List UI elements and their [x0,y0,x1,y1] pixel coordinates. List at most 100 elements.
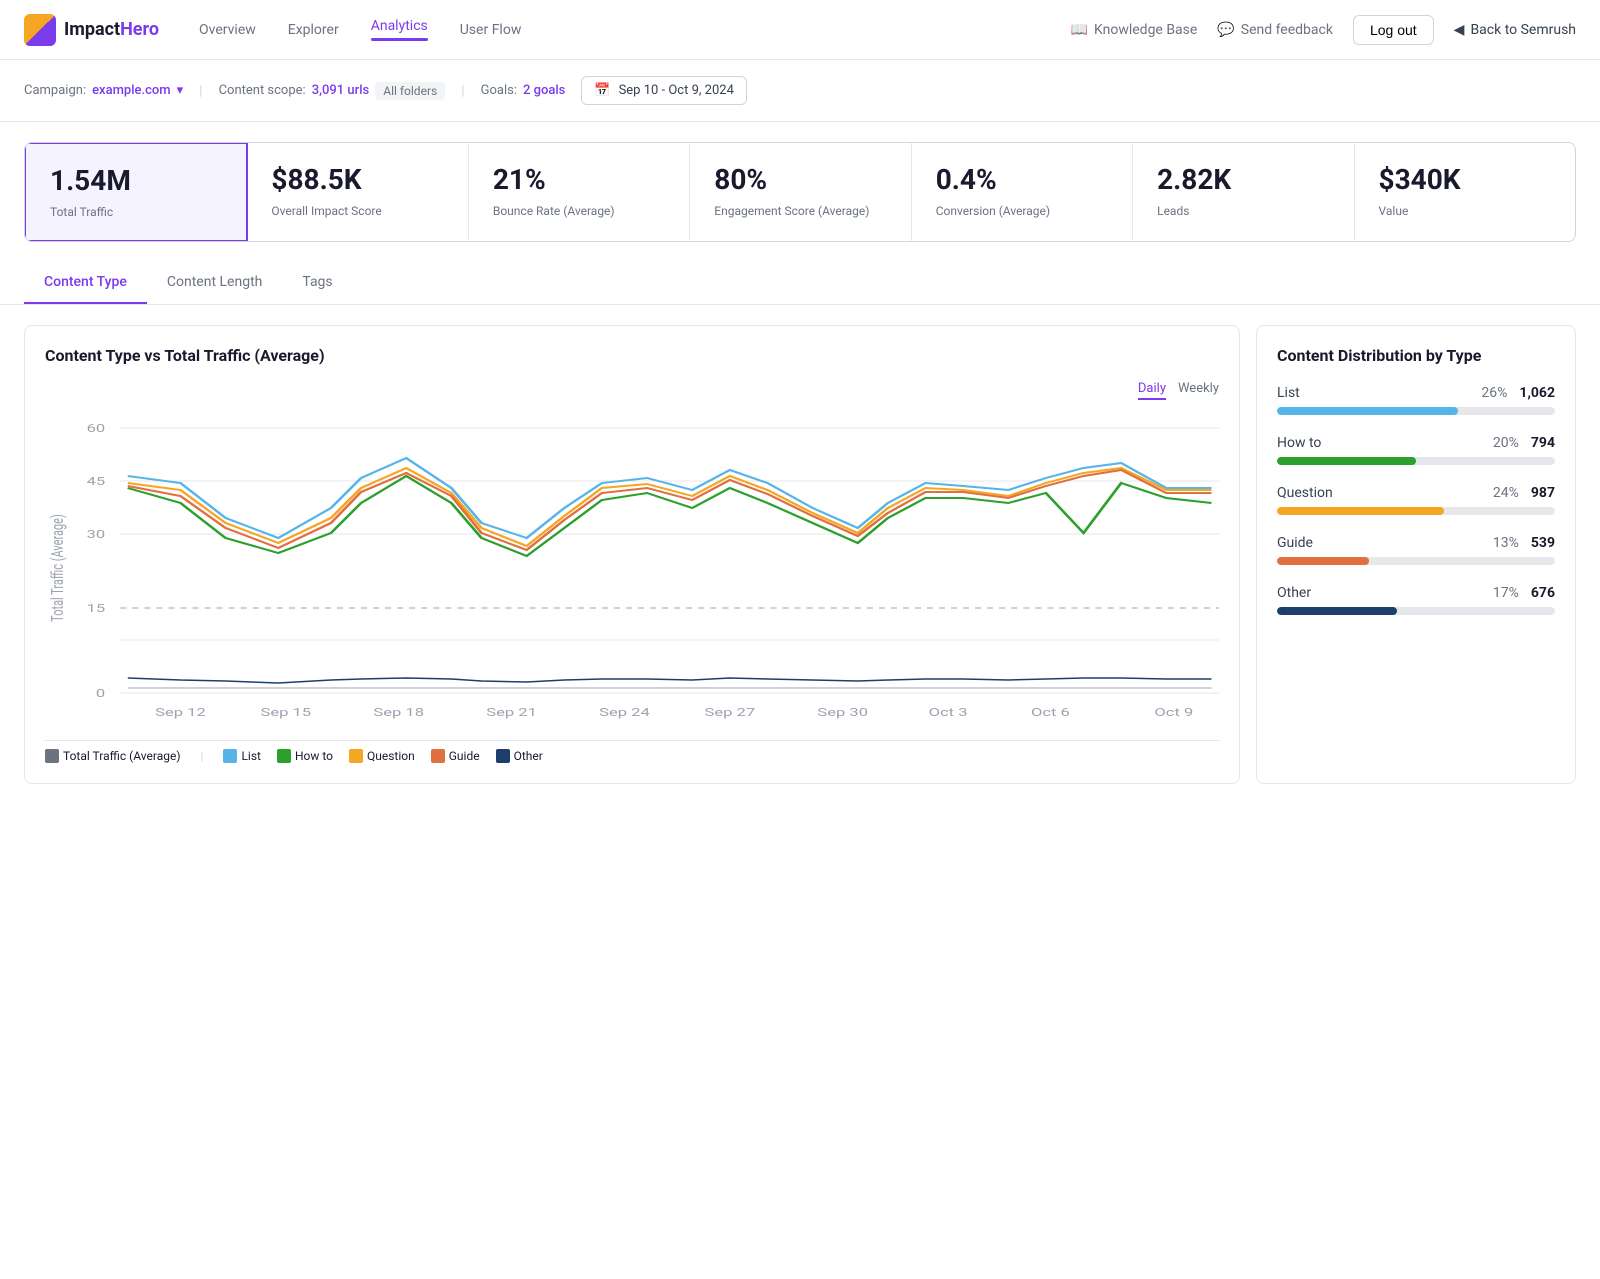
svg-text:Sep 21: Sep 21 [486,707,537,720]
metric-value: 1.54M [50,164,222,198]
knowledge-base-link[interactable]: 📖 Knowledge Base [1071,22,1198,38]
logo-text: ImpactHero [64,19,159,40]
send-feedback-link[interactable]: 💬 Send feedback [1217,22,1333,38]
metric-item-1[interactable]: $88.5K Overall Impact Score [247,143,468,241]
chart-title: Content Type vs Total Traffic (Average) [45,346,1219,365]
dist-item-count: 987 [1531,485,1555,501]
date-picker[interactable]: 📅 Sep 10 - Oct 9, 2024 [581,76,747,105]
metric-item-2[interactable]: 21% Bounce Rate (Average) [469,143,690,241]
back-icon: ◀ [1454,22,1465,38]
tab-tags[interactable]: Tags [282,262,352,304]
metric-item-4[interactable]: 0.4% Conversion (Average) [912,143,1133,241]
legend-checkbox [277,749,291,763]
legend-checkbox [223,749,237,763]
goals-value[interactable]: 2 goals [523,83,565,98]
tab-content-type[interactable]: Content Type [24,262,147,304]
nav-overview[interactable]: Overview [199,22,256,38]
metric-item-3[interactable]: 80% Engagement Score (Average) [690,143,911,241]
legend-item-list[interactable]: List [223,749,261,763]
scope-label: Content scope: [219,83,306,98]
dist-item-name: Other [1277,585,1311,601]
dist-bar-fill [1277,457,1416,465]
metric-value: 2.82K [1157,163,1329,197]
metric-item-0[interactable]: 1.54M Total Traffic [24,142,248,242]
dist-item-header: Question 24% 987 [1277,485,1555,501]
dist-bar-fill [1277,607,1397,615]
dist-bar-bg [1277,407,1555,415]
dist-item-list: List 26% 1,062 [1277,385,1555,415]
dist-bar-fill [1277,407,1458,415]
svg-text:45: 45 [87,476,106,489]
svg-text:Oct 9: Oct 9 [1154,707,1193,720]
logout-button[interactable]: Log out [1353,15,1434,45]
dist-bar-bg [1277,507,1555,515]
dist-item-question: Question 24% 987 [1277,485,1555,515]
divider-2: | [461,83,464,99]
legend-checkbox [349,749,363,763]
metric-label: Conversion (Average) [936,203,1108,220]
svg-text:Total Traffic (Average): Total Traffic (Average) [49,515,68,623]
scope-badge: All folders [375,82,445,100]
dist-bar-bg [1277,557,1555,565]
toggle-daily[interactable]: Daily [1138,381,1166,400]
legend-checkbox [496,749,510,763]
legend-item-guide[interactable]: Guide [431,749,480,763]
campaign-label: Campaign: [24,83,86,98]
dist-bar-bg [1277,457,1555,465]
main-content: Content Type vs Total Traffic (Average) … [0,325,1600,808]
svg-text:Oct 3: Oct 3 [929,707,968,720]
legend-label: Total Traffic (Average) [63,749,181,763]
nav-explorer[interactable]: Explorer [288,22,339,38]
svg-text:Oct 6: Oct 6 [1031,707,1070,720]
date-range: Sep 10 - Oct 9, 2024 [619,83,734,98]
legend-item-question[interactable]: Question [349,749,415,763]
legend-item-how-to[interactable]: How to [277,749,333,763]
metric-label: Engagement Score (Average) [714,203,886,220]
dist-bar-fill [1277,507,1444,515]
toggle-weekly[interactable]: Weekly [1178,381,1219,400]
metric-value: $88.5K [271,163,443,197]
dist-item-name: List [1277,385,1300,401]
dist-item-count: 539 [1531,535,1555,551]
metrics-bar: 1.54M Total Traffic$88.5K Overall Impact… [24,142,1576,242]
distribution-title: Content Distribution by Type [1277,346,1555,365]
dist-item-header: Other 17% 676 [1277,585,1555,601]
nav-userflow[interactable]: User Flow [460,22,522,38]
metric-label: Value [1379,203,1551,220]
campaign-value[interactable]: example.com [92,83,171,98]
scope-value[interactable]: 3,091 urls [312,83,370,98]
chart-panel: Content Type vs Total Traffic (Average) … [24,325,1240,784]
legend-item-other[interactable]: Other [496,749,543,763]
svg-text:Sep 15: Sep 15 [261,707,312,720]
logo[interactable]: ImpactHero [24,14,159,46]
svg-text:0: 0 [96,688,105,701]
metric-item-5[interactable]: 2.82K Leads [1133,143,1354,241]
campaign-filter: Campaign: example.com ▾ [24,83,183,98]
metric-item-6[interactable]: $340K Value [1355,143,1575,241]
chart-svg: 60 45 30 15 0 Total Traffic (Average) [45,408,1219,728]
svg-text:60: 60 [87,423,106,436]
legend-checkbox [431,749,445,763]
nav-right: 📖 Knowledge Base 💬 Send feedback Log out… [1071,15,1576,45]
back-to-semrush[interactable]: ◀ Back to Semrush [1454,22,1576,38]
dist-item-pct: 24% [1493,485,1519,501]
svg-text:Sep 24: Sep 24 [599,707,650,720]
dist-item-pct: 17% [1493,585,1519,601]
legend-checkbox [45,749,59,763]
dist-bar-bg [1277,607,1555,615]
nav-analytics[interactable]: Analytics [371,18,428,41]
tab-content-length[interactable]: Content Length [147,262,282,304]
metric-label: Leads [1157,203,1329,220]
legend-label: How to [295,749,333,763]
book-icon: 📖 [1071,22,1088,38]
metric-value: 21% [493,163,665,197]
dist-item-count: 794 [1531,435,1555,451]
legend-item-total-traffic-(average)[interactable]: Total Traffic (Average) [45,749,181,763]
chart-controls: Daily Weekly [45,381,1219,400]
dist-item-name: Guide [1277,535,1313,551]
dist-item-other: Other 17% 676 [1277,585,1555,615]
dist-item-pct: 26% [1481,385,1507,401]
dist-item-count: 676 [1531,585,1555,601]
legend-label: List [241,749,261,763]
legend-label: Other [514,749,543,763]
